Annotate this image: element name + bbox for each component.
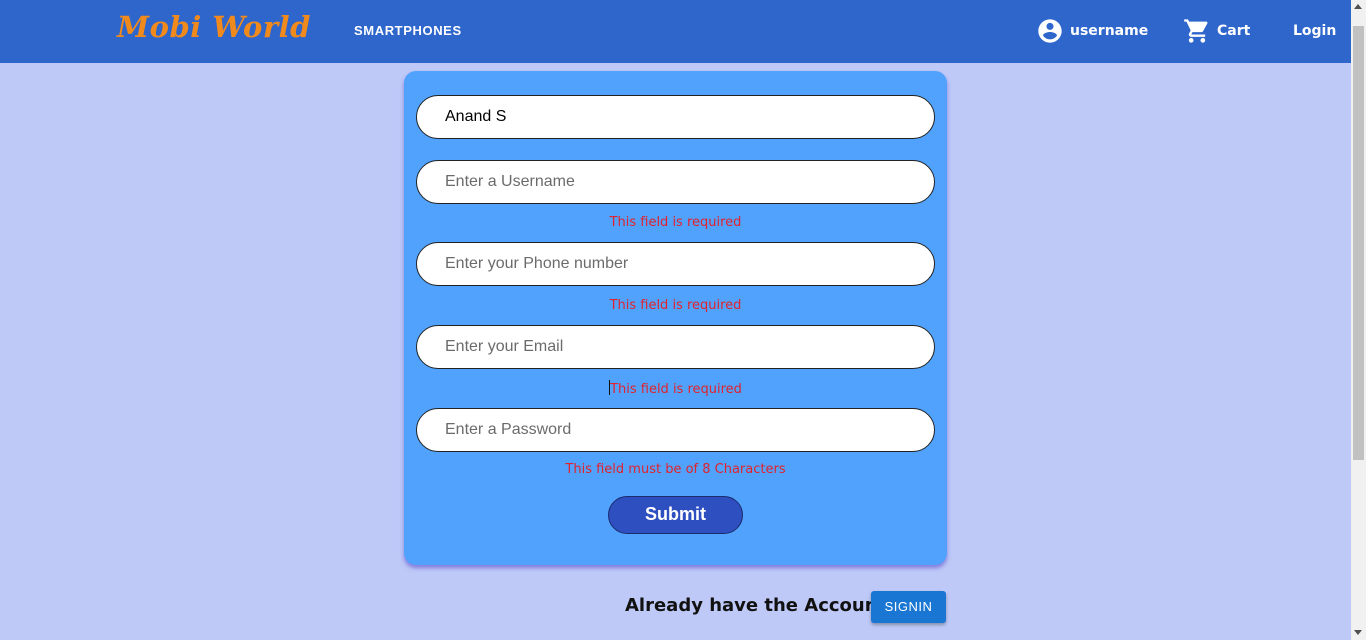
account-circle-icon [1036,17,1064,45]
page-scrollbar[interactable] [1351,0,1366,640]
signin-button[interactable]: SIGNIN [871,591,946,623]
nav-cart-label: Cart [1217,23,1251,39]
shopping-cart-icon [1183,17,1211,45]
phone-field[interactable] [416,242,935,286]
scroll-down-arrow-icon[interactable] [1354,630,1362,635]
email-field[interactable] [416,325,935,369]
password-field[interactable] [416,408,935,452]
nav-link-smartphones[interactable]: SMARTPHONES [354,23,462,38]
nav-cart[interactable]: Cart [1183,17,1250,45]
scroll-up-arrow-icon[interactable] [1354,4,1362,9]
email-error: This field is required [610,382,742,397]
nav-user[interactable]: username [1036,17,1148,45]
name-field[interactable] [416,95,935,139]
phone-error: This field is required [609,298,742,313]
username-field[interactable] [416,160,935,204]
brand-logo[interactable]: Mobi World [117,10,311,44]
nav-login-link[interactable]: Login [1293,23,1336,39]
already-have-account-text: Already have the Account? [625,595,897,616]
submit-button[interactable]: Submit [608,496,743,534]
password-error: This field must be of 8 Characters [565,462,786,477]
username-error: This field is required [609,215,742,230]
signup-form-card: This field is required This field is req… [404,71,947,565]
email-error-row: This field is required [404,380,947,397]
navbar: Mobi World SMARTPHONES username Cart Log… [0,0,1351,63]
scroll-thumb[interactable] [1353,26,1364,460]
nav-user-label: username [1070,23,1149,39]
